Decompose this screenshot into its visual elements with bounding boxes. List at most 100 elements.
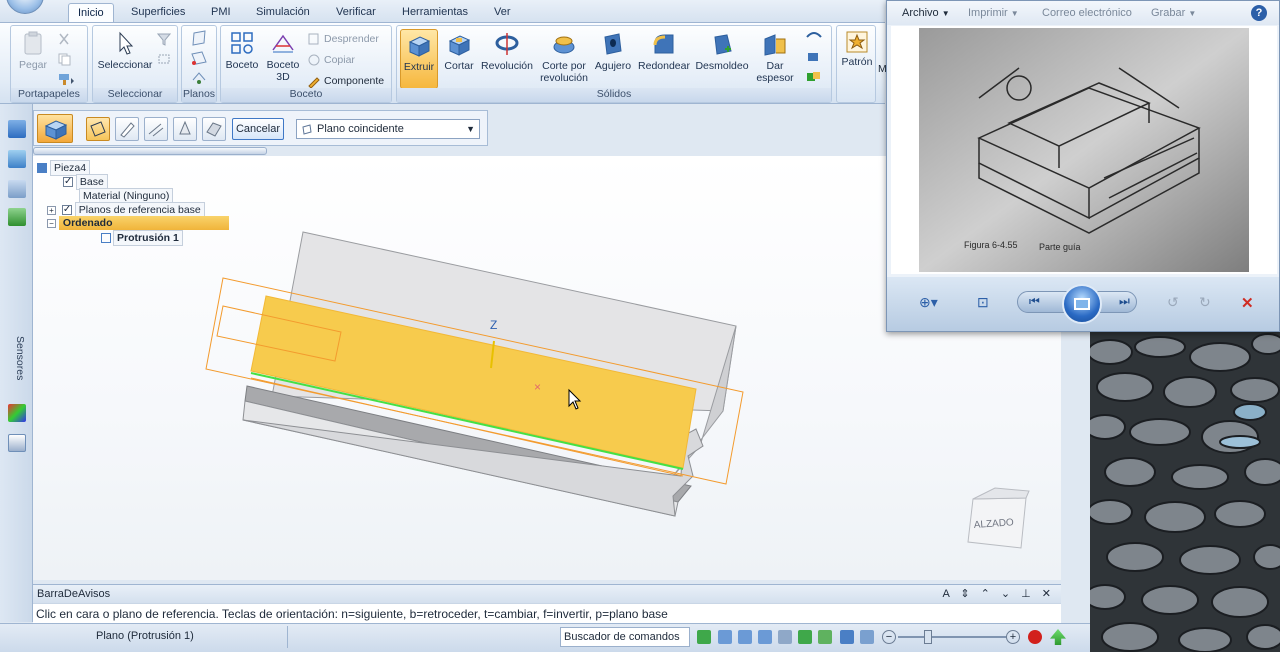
zoom-in-icon[interactable]: + <box>1006 630 1020 644</box>
application-button[interactable] <box>6 0 44 14</box>
mirror-icon[interactable] <box>805 30 823 44</box>
copy-sketch-button[interactable]: Copiar <box>307 53 355 67</box>
feature-library-icon[interactable] <box>8 120 26 138</box>
extent-step-button[interactable] <box>173 117 197 141</box>
draft-button[interactable]: Desmoldeo <box>694 31 750 72</box>
rotate-left-icon[interactable]: ↺ <box>1167 294 1187 312</box>
pan-icon[interactable] <box>778 630 792 644</box>
refresh-icon[interactable] <box>697 630 711 644</box>
collapse-icon[interactable]: − <box>47 218 56 228</box>
paste-button[interactable]: Pegar <box>15 30 51 71</box>
command-finder-input[interactable]: Buscador de comandos <box>560 627 690 647</box>
filter-icon[interactable] <box>157 32 171 46</box>
tab-inicio[interactable]: Inicio <box>68 3 114 22</box>
base-checkbox[interactable] <box>63 175 73 189</box>
record-icon[interactable] <box>1028 630 1042 644</box>
sketch-button[interactable]: Boceto <box>223 30 261 71</box>
treatment-step-icon <box>206 122 222 137</box>
hole-button[interactable]: Agujero <box>592 31 634 72</box>
previous-icon[interactable]: ⏮ <box>1029 294 1049 312</box>
sensors-tab-label[interactable]: Sensores <box>8 336 26 380</box>
side-step-button[interactable] <box>144 117 168 141</box>
cut-button[interactable]: Cortar <box>440 31 478 72</box>
group-planos: Planos <box>181 25 217 103</box>
extent-step-icon <box>179 120 191 135</box>
next-icon[interactable]: ⏭ <box>1119 294 1139 312</box>
menu-grabar[interactable]: Grabar ▼ <box>1151 7 1196 19</box>
component-button[interactable]: Componente <box>307 74 384 88</box>
tab-verificar[interactable]: Verificar <box>327 3 385 22</box>
extrude-step-button[interactable] <box>37 114 73 143</box>
notification-bar-controls[interactable]: A ⇕ ⌃ ⌄ ⊥ ✕ <box>943 585 1055 603</box>
zoom-slider[interactable] <box>898 636 1006 638</box>
prompt-message: Clic en cara o plano de referencia. Tecl… <box>33 603 1061 623</box>
cancel-button[interactable]: Cancelar <box>232 118 284 140</box>
revolve-button[interactable]: Revolución <box>479 31 535 72</box>
view-style-icon[interactable] <box>840 630 854 644</box>
format-painter-icon[interactable] <box>57 72 77 86</box>
photo-caption-1: Figura 6-4.55 <box>964 240 1018 250</box>
hole-icon <box>604 33 622 55</box>
thicken-button[interactable]: Dar espesor <box>753 31 797 84</box>
plane-icon[interactable] <box>190 30 208 46</box>
plane-step-button[interactable] <box>86 117 110 141</box>
view-cube-top[interactable] <box>972 487 1030 500</box>
copy-icon[interactable] <box>57 52 71 66</box>
ref-planes-checkbox[interactable] <box>61 203 72 217</box>
pattern-button[interactable]: Patrón <box>838 31 876 68</box>
rib-icon[interactable] <box>805 50 823 64</box>
tab-superficies[interactable]: Superficies <box>122 3 194 22</box>
menu-grabar-label: Grabar <box>1151 7 1186 19</box>
upload-icon[interactable] <box>1050 629 1066 645</box>
tab-ver[interactable]: Ver <box>485 3 520 22</box>
treatment-step-button[interactable] <box>202 117 226 141</box>
command-bar-grip[interactable] <box>33 147 267 155</box>
rotate-right-icon[interactable]: ↻ <box>1199 294 1219 312</box>
color-icon[interactable] <box>8 404 26 422</box>
zoom-out-icon[interactable]: − <box>882 630 896 644</box>
actual-size-icon[interactable]: ⊡ <box>977 294 997 312</box>
menu-archivo[interactable]: Archivo ▼ <box>902 7 950 19</box>
add-body-icon[interactable] <box>805 70 823 84</box>
zoom-icon[interactable]: ⊕▾ <box>919 294 939 312</box>
plane-option-select[interactable]: Plano coincidente ▼ <box>296 119 480 139</box>
tab-herramientas[interactable]: Herramientas <box>393 3 477 22</box>
tab-simulacion[interactable]: Simulación <box>247 3 319 22</box>
tree-item-material[interactable]: Material (Ninguno) <box>37 188 229 204</box>
zoom-slider-thumb[interactable] <box>924 630 932 644</box>
tree-item-ordered[interactable]: − Ordenado <box>37 216 229 230</box>
status-divider <box>287 626 288 648</box>
revolved-cut-button[interactable]: Corte por revolución <box>537 31 591 84</box>
menu-imprimir[interactable]: Imprimir ▼ <box>968 7 1019 19</box>
help-icon[interactable]: ? <box>1251 5 1267 21</box>
sensors-tab-icon[interactable] <box>8 208 26 226</box>
zoom-area-icon[interactable] <box>718 630 732 644</box>
fit-icon[interactable] <box>758 630 772 644</box>
views-icon[interactable] <box>860 630 874 644</box>
detach-button[interactable]: Desprender <box>307 32 379 46</box>
expand-icon[interactable]: + <box>47 205 56 215</box>
delete-icon[interactable]: ✕ <box>1241 294 1261 312</box>
tab-pmi[interactable]: PMI <box>202 3 240 22</box>
select-button[interactable]: Seleccionar <box>95 30 155 71</box>
zoom-icon[interactable] <box>738 630 752 644</box>
profile-step-button[interactable] <box>115 117 139 141</box>
cut-icon[interactable] <box>57 32 71 46</box>
grid-icon[interactable] <box>8 434 26 452</box>
select-box-icon[interactable] <box>157 52 171 66</box>
slideshow-button[interactable] <box>1062 284 1102 324</box>
rotate-icon[interactable] <box>798 630 812 644</box>
tree-item-protrusion[interactable]: Protrusión 1 <box>37 230 229 246</box>
spin-icon[interactable] <box>818 630 832 644</box>
round-button[interactable]: Redondear <box>635 31 693 72</box>
plane-angled-icon[interactable] <box>190 50 208 66</box>
sketch-3d-button[interactable]: Boceto 3D <box>263 30 303 83</box>
plane-normal-icon[interactable] <box>190 70 208 86</box>
tree-item-ref-planes[interactable]: + Planos de referencia base <box>37 202 229 218</box>
tree-root-pieza4[interactable]: Pieza4 <box>37 160 229 176</box>
layers-icon[interactable] <box>8 180 26 198</box>
extrude-button[interactable]: Extruir <box>400 29 438 89</box>
family-of-parts-icon[interactable] <box>8 150 26 168</box>
menu-correo[interactable]: Correo electrónico <box>1042 7 1132 19</box>
tree-item-base[interactable]: Base <box>37 174 229 190</box>
